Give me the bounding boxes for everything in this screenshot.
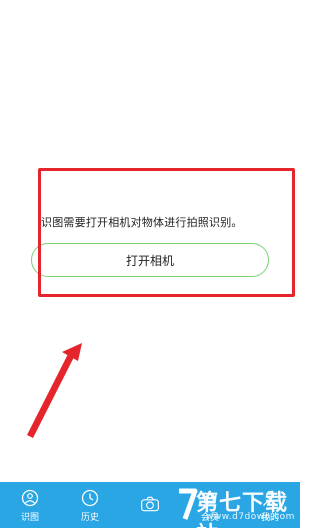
main-content: 识图需要打开相机对物体进行拍照识别。 打开相机 [0,0,300,482]
tab-label: 会员 [200,512,219,523]
bottom-tab-bar: 识图 历史 会员 我的 [0,482,300,528]
member-icon [200,488,220,508]
tab-camera[interactable] [120,482,180,528]
tab-label: 我的 [260,512,279,523]
open-camera-button[interactable]: 打开相机 [31,243,269,277]
tab-profile[interactable]: 我的 [240,482,300,528]
clock-icon [80,488,100,508]
tab-identify[interactable]: 识图 [0,482,60,528]
camera-permission-message: 识图需要打开相机对物体进行拍照识别。 [41,216,243,229]
face-scan-icon [20,488,40,508]
camera-icon [140,494,160,514]
tab-history[interactable]: 历史 [60,482,120,528]
tab-member[interactable]: 会员 [180,482,240,528]
tab-label: 历史 [80,512,99,523]
profile-icon [260,488,280,508]
tab-label: 识图 [20,512,39,523]
